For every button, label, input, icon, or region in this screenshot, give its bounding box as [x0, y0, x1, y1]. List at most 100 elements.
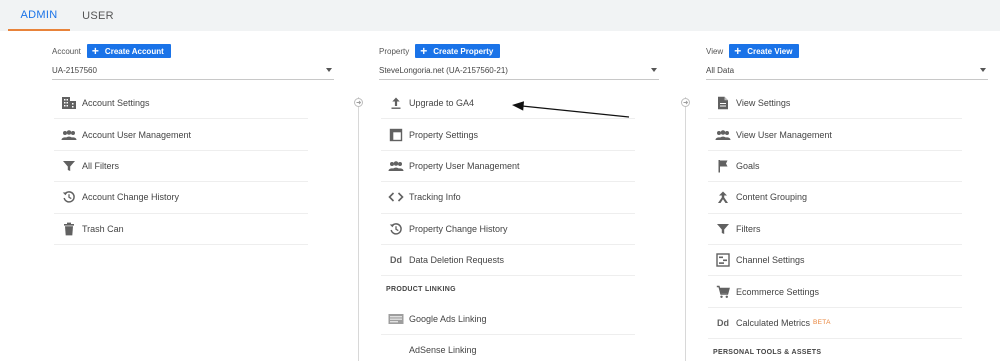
dd-icon: Dd	[717, 317, 729, 328]
account-settings-label: Account Settings	[82, 98, 150, 109]
property-selected-value: SteveLongoria.net (UA-2157560-21)	[379, 66, 508, 75]
upgrade-to-ga4-item[interactable]: Upgrade to GA4	[381, 88, 635, 120]
create-view-button[interactable]: + Create View	[729, 44, 800, 58]
account-change-history-item[interactable]: Account Change History	[54, 182, 308, 214]
view-menu: View Settings View User Management Goals…	[708, 88, 962, 361]
view-header: View + Create View	[706, 44, 800, 58]
trash-can-item[interactable]: Trash Can	[54, 214, 308, 245]
tracking-info-item[interactable]: Tracking Info	[381, 182, 635, 214]
property-change-history-label: Property Change History	[409, 223, 508, 234]
data-deletion-requests-label: Data Deletion Requests	[409, 255, 505, 266]
view-settings-item[interactable]: View Settings	[708, 88, 962, 120]
view-filters-item[interactable]: Filters	[708, 214, 962, 245]
property-selector[interactable]: SteveLongoria.net (UA-2157560-21)	[379, 66, 659, 80]
create-account-button[interactable]: + Create Account	[86, 44, 171, 58]
view-column: View + Create View All Data View Setting…	[706, 31, 990, 361]
account-selected-value: UA-2157560	[52, 66, 97, 75]
account-selector[interactable]: UA-2157560	[52, 66, 334, 80]
property-user-management-label: Property User Management	[409, 160, 520, 171]
account-menu: Account Settings Account User Management…	[54, 88, 308, 245]
history-icon	[386, 221, 406, 237]
create-account-label: Create Account	[104, 46, 164, 56]
content-grouping-label: Content Grouping	[736, 192, 808, 203]
channel-icon	[713, 252, 733, 268]
view-label: View	[706, 46, 724, 56]
beta-badge: BETA	[813, 319, 831, 327]
ecommerce-settings-item[interactable]: Ecommerce Settings	[708, 276, 962, 308]
create-property-label: Create Property	[433, 46, 494, 56]
upgrade-to-ga4-label: Upgrade to GA4	[409, 98, 475, 109]
calculated-metrics-item[interactable]: Dd Calculated Metrics BETA	[708, 308, 962, 340]
grouping-icon	[713, 189, 733, 205]
column-divider	[358, 97, 359, 361]
property-user-management-item[interactable]: Property User Management	[381, 151, 635, 183]
plus-icon: +	[734, 44, 742, 58]
dd-icon: Dd	[390, 255, 402, 266]
people-icon	[713, 127, 733, 143]
column-divider	[685, 97, 686, 361]
flag-icon	[713, 158, 733, 174]
cart-icon	[713, 284, 733, 300]
property-settings-label: Property Settings	[409, 129, 479, 140]
adsense-linking-label: AdSense Linking	[409, 344, 477, 355]
view-selected-value: All Data	[706, 66, 735, 75]
expand-arrow-icon[interactable]	[681, 98, 690, 107]
account-label: Account	[52, 46, 81, 56]
building-icon	[59, 95, 79, 111]
view-user-management-item[interactable]: View User Management	[708, 119, 962, 151]
plus-icon: +	[91, 44, 99, 58]
content-grouping-item[interactable]: Content Grouping	[708, 182, 962, 214]
account-change-history-label: Account Change History	[82, 192, 180, 203]
tab-user[interactable]: USER	[72, 0, 124, 31]
property-settings-icon	[386, 127, 406, 143]
dropdown-caret-icon	[980, 68, 986, 72]
trash-can-label: Trash Can	[82, 223, 124, 234]
upload-icon	[386, 95, 406, 111]
code-icon	[386, 189, 406, 205]
create-view-label: Create View	[747, 46, 793, 56]
ecommerce-settings-label: Ecommerce Settings	[736, 286, 820, 297]
goals-label: Goals	[736, 160, 760, 171]
dropdown-caret-icon	[651, 68, 657, 72]
view-selector[interactable]: All Data	[706, 66, 988, 80]
personal-tools-heading: PERSONAL TOOLS & ASSETS	[713, 349, 822, 357]
all-filters-item[interactable]: All Filters	[54, 151, 308, 183]
filter-icon	[59, 158, 79, 174]
account-user-management-label: Account User Management	[82, 129, 192, 140]
tracking-info-label: Tracking Info	[409, 192, 461, 203]
channel-settings-item[interactable]: Channel Settings	[708, 245, 962, 277]
product-linking-heading: PRODUCT LINKING	[386, 286, 456, 294]
dropdown-caret-icon	[326, 68, 332, 72]
adsense-linking-item[interactable]: AdSense Linking	[381, 335, 635, 361]
property-column: Property + Create Property SteveLongoria…	[379, 31, 661, 361]
people-icon	[59, 127, 79, 143]
account-column: Account + Create Account UA-2157560 Acco…	[52, 31, 350, 361]
admin-tab-bar: ADMIN USER	[0, 0, 1000, 31]
plus-icon: +	[420, 44, 428, 58]
calculated-metrics-label: Calculated Metrics	[736, 317, 811, 328]
view-filters-label: Filters	[736, 223, 761, 234]
account-user-management-item[interactable]: Account User Management	[54, 119, 308, 151]
google-ads-linking-label: Google Ads Linking	[409, 313, 487, 324]
google-ads-linking-item[interactable]: Google Ads Linking	[381, 303, 635, 335]
property-label: Property	[379, 46, 410, 56]
google-ads-icon	[386, 311, 406, 327]
view-user-management-label: View User Management	[736, 129, 832, 140]
all-filters-label: All Filters	[82, 160, 120, 171]
data-deletion-requests-item[interactable]: Dd Data Deletion Requests	[381, 245, 635, 277]
expand-arrow-icon[interactable]	[354, 98, 363, 107]
trash-icon	[59, 221, 79, 237]
goals-item[interactable]: Goals	[708, 151, 962, 183]
document-icon	[713, 95, 733, 111]
channel-settings-label: Channel Settings	[736, 255, 805, 266]
property-settings-item[interactable]: Property Settings	[381, 119, 635, 151]
create-property-button[interactable]: + Create Property	[415, 44, 501, 58]
tab-admin[interactable]: ADMIN	[8, 0, 70, 31]
property-menu: Upgrade to GA4 Property Settings Propert…	[381, 88, 635, 361]
property-header: Property + Create Property	[379, 44, 501, 58]
adsense-icon	[386, 342, 406, 358]
property-change-history-item[interactable]: Property Change History	[381, 214, 635, 245]
account-header: Account + Create Account	[52, 44, 171, 58]
account-settings-item[interactable]: Account Settings	[54, 88, 308, 120]
filter-icon	[713, 221, 733, 237]
